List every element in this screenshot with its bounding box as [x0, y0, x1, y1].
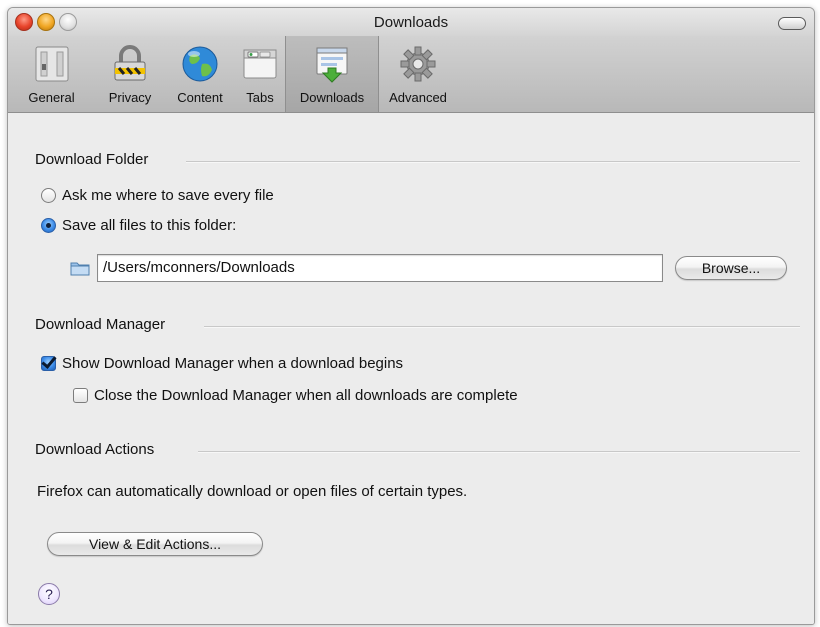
save-to-folder-radio[interactable]	[41, 218, 56, 233]
close-download-manager-label: Close the Download Manager when all down…	[94, 387, 518, 404]
folder-icon	[70, 260, 90, 276]
show-download-manager-label: Show Download Manager when a download be…	[62, 355, 404, 372]
toolbar-toggle-button[interactable]	[778, 17, 806, 30]
ask-where-label: Ask me where to save every file	[62, 187, 274, 204]
ask-where-radio[interactable]	[41, 188, 56, 203]
window-title: Downloads	[373, 14, 449, 31]
close-download-manager-checkbox[interactable]	[73, 388, 88, 403]
ask-where-radio-option[interactable]: Ask me where to save every file	[41, 187, 274, 204]
tab-privacy[interactable]: Privacy	[95, 36, 165, 112]
preferences-window: Downloads General Privacy Content Tabs D…	[7, 7, 815, 625]
tab-downloads[interactable]: Downloads	[285, 36, 379, 112]
download-folder-path-field[interactable]: /Users/mconners/Downloads	[97, 254, 663, 282]
tabs-window-icon	[240, 44, 280, 84]
show-download-manager-option[interactable]: Show Download Manager when a download be…	[41, 355, 403, 372]
tab-general-label: General	[28, 90, 75, 105]
view-edit-actions-button[interactable]: View & Edit Actions...	[47, 532, 263, 556]
privacy-lock-icon	[110, 44, 150, 84]
preferences-toolbar: General Privacy Content Tabs Downloads A…	[8, 36, 814, 113]
download-actions-description: Firefox can automatically download or op…	[37, 483, 468, 500]
download-manager-heading: Download Manager	[35, 316, 166, 333]
content-globe-icon	[180, 44, 220, 84]
tab-content-label: Content	[177, 90, 223, 105]
title-bar[interactable]: Downloads	[8, 8, 814, 36]
browse-button[interactable]: Browse...	[675, 256, 787, 280]
advanced-gear-icon	[398, 44, 438, 84]
downloads-icon	[312, 44, 352, 84]
divider	[204, 326, 800, 328]
general-switch-icon	[32, 44, 72, 84]
tab-advanced-label: Advanced	[389, 90, 447, 105]
help-button[interactable]: ?	[38, 583, 60, 605]
tab-general[interactable]: General	[8, 36, 95, 112]
tab-privacy-label: Privacy	[108, 90, 152, 105]
divider	[186, 161, 800, 163]
divider	[198, 451, 800, 453]
downloads-pane: Download Folder Ask me where to save eve…	[8, 113, 814, 624]
download-actions-heading: Download Actions	[35, 441, 155, 458]
tab-content[interactable]: Content	[165, 36, 235, 112]
save-to-folder-radio-option[interactable]: Save all files to this folder:	[41, 217, 236, 234]
show-download-manager-checkbox[interactable]	[41, 356, 56, 371]
download-folder-heading: Download Folder	[35, 151, 149, 168]
tab-tabs-label: Tabs	[246, 90, 274, 105]
save-to-folder-label: Save all files to this folder:	[62, 217, 237, 234]
close-download-manager-option[interactable]: Close the Download Manager when all down…	[73, 387, 518, 404]
tab-downloads-label: Downloads	[299, 90, 365, 105]
tab-advanced[interactable]: Advanced	[378, 36, 458, 112]
tab-tabs[interactable]: Tabs	[235, 36, 285, 112]
